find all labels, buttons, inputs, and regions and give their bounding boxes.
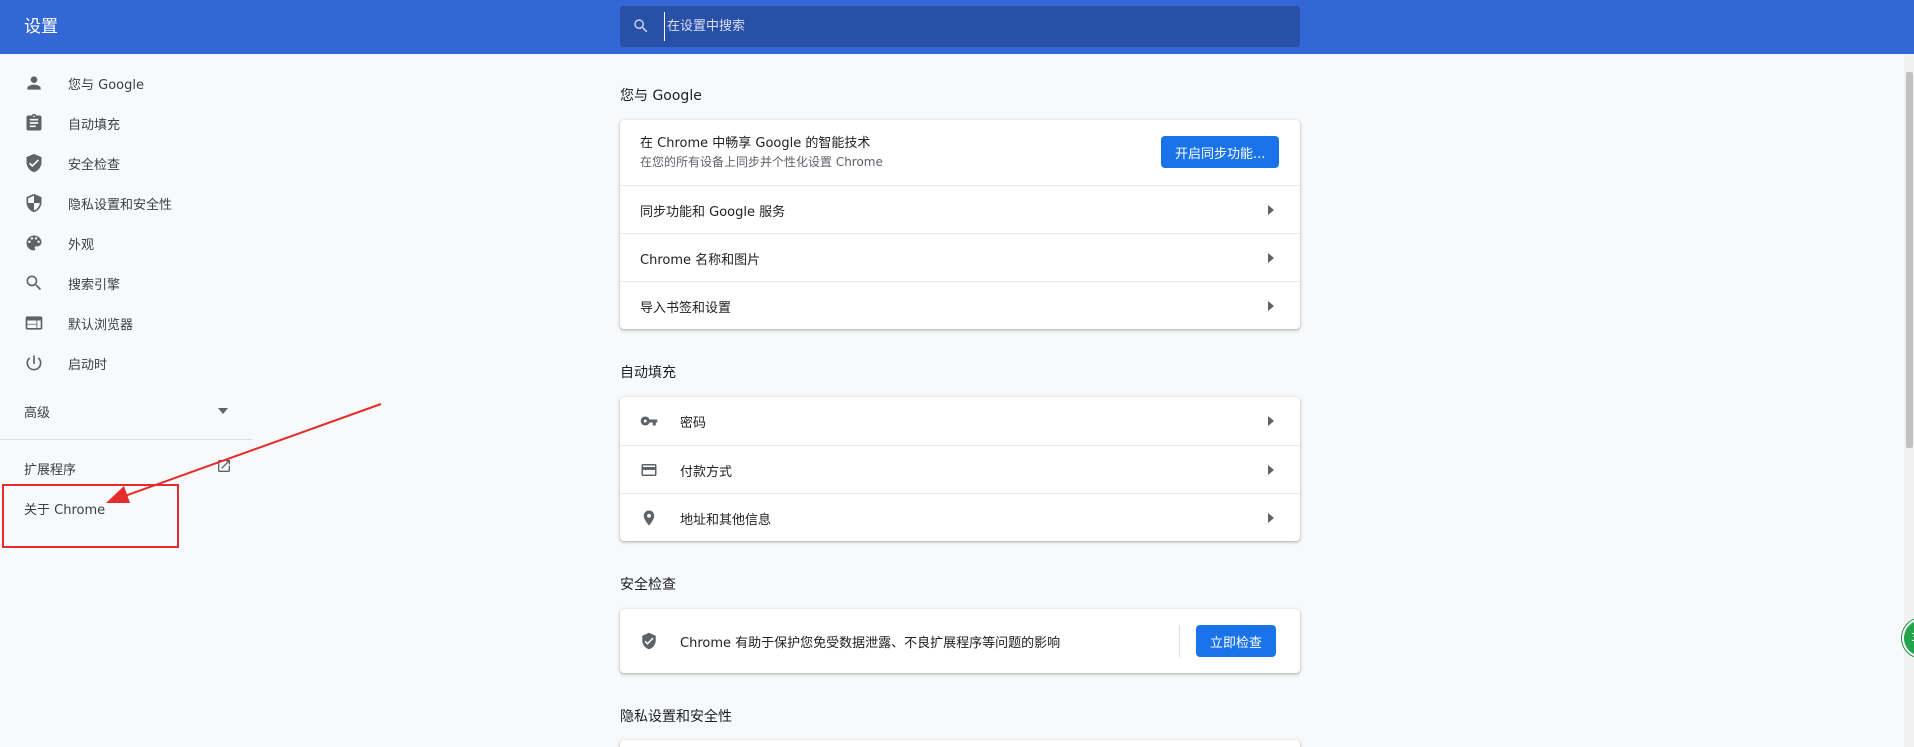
sidebar-item-safety-check[interactable]: 安全检查 xyxy=(0,142,252,182)
sync-subtitle: 在您的所有设备上同步并个性化设置 Chrome xyxy=(640,155,883,169)
row-label: 付款方式 xyxy=(680,465,733,480)
sidebar-item-privacy[interactable]: 隐私设置和安全性 xyxy=(0,182,252,222)
sidebar-item-label: 搜索引擎 xyxy=(68,278,121,293)
sidebar-item-search-engine[interactable]: 搜索引擎 xyxy=(0,262,252,302)
section-title-you-and-google: 您与 Google xyxy=(620,88,702,104)
scrollbar-thumb[interactable] xyxy=(1906,72,1913,448)
shield-half-icon xyxy=(26,193,42,213)
palette-icon xyxy=(26,235,42,251)
search-icon xyxy=(26,275,42,291)
row-label: 同步功能和 Google 服务 xyxy=(640,205,786,220)
row-label: 导入书签和设置 xyxy=(640,301,732,316)
turn-on-sync-button[interactable]: 开启同步功能... xyxy=(1161,136,1280,168)
sidebar-item-appearance[interactable]: 外观 xyxy=(0,222,252,262)
sidebar-item-default-browser[interactable]: 默认浏览器 xyxy=(0,302,252,342)
sidebar-item-you-and-google[interactable]: 您与 Google xyxy=(0,62,252,102)
power-icon xyxy=(26,355,42,371)
location-pin-icon xyxy=(643,510,655,526)
arrow-right-icon xyxy=(1268,253,1274,263)
arrow-right-icon xyxy=(1268,416,1274,426)
sidebar-item-label: 启动时 xyxy=(68,358,108,373)
section-title-safety-check: 安全检查 xyxy=(620,577,676,593)
list-item-addresses[interactable]: 地址和其他信息 xyxy=(620,493,1300,541)
sidebar-item-label: 默认浏览器 xyxy=(68,318,134,333)
credit-card-icon xyxy=(641,464,657,476)
row-label: 地址和其他信息 xyxy=(680,513,772,528)
sidebar-divider xyxy=(0,439,252,440)
card-autofill: 密码 付款方式 地址和其他信息 xyxy=(620,397,1300,541)
section-title-privacy: 隐私设置和安全性 xyxy=(620,709,732,725)
search-icon xyxy=(634,19,648,33)
annotation-highlight-box xyxy=(2,484,179,548)
shield-check-icon xyxy=(642,632,656,650)
sidebar: 您与 Google 自动填充 安全检查 隐私设置和安全性 外观 搜索引擎 默认浏… xyxy=(0,54,252,747)
safety-check-description: Chrome 有助于保护您免受数据泄露、不良扩展程序等问题的影响 xyxy=(680,636,1061,651)
search-box[interactable] xyxy=(620,6,1300,47)
arrow-right-icon xyxy=(1268,205,1274,215)
caret-down-icon[interactable] xyxy=(218,408,228,414)
key-icon xyxy=(640,416,658,426)
sidebar-item-label: 自动填充 xyxy=(68,118,121,133)
sidebar-item-label: 隐私设置和安全性 xyxy=(68,198,173,213)
sidebar-extensions[interactable]: 扩展程序 xyxy=(24,459,76,478)
sidebar-item-autofill[interactable]: 自动填充 xyxy=(0,102,252,142)
page-title: 设置 xyxy=(24,17,58,37)
list-item-import-bookmarks[interactable]: 导入书签和设置 xyxy=(620,281,1300,329)
list-item-sync-services[interactable]: 同步功能和 Google 服务 xyxy=(620,185,1300,233)
arrow-right-icon xyxy=(1268,465,1274,475)
search-input[interactable] xyxy=(664,12,1284,41)
sidebar-item-label: 外观 xyxy=(68,238,95,253)
browser-icon xyxy=(25,316,43,330)
sidebar-advanced[interactable]: 高级 xyxy=(24,402,50,421)
person-icon xyxy=(27,76,41,90)
sync-title: 在 Chrome 中畅享 Google 的智能技术 xyxy=(640,136,871,151)
sidebar-item-label: 您与 Google xyxy=(68,78,144,93)
check-now-button[interactable]: 立即检查 xyxy=(1196,625,1277,657)
row-label: Chrome 名称和图片 xyxy=(640,253,761,268)
open-external-icon[interactable] xyxy=(216,458,232,474)
sync-promo-row: 在 Chrome 中畅享 Google 的智能技术 在您的所有设备上同步并个性化… xyxy=(620,120,1300,185)
list-item-passwords[interactable]: 密码 xyxy=(620,397,1300,445)
section-title-autofill: 自动填充 xyxy=(620,365,676,381)
shield-check-icon xyxy=(26,153,42,173)
arrow-right-icon xyxy=(1268,513,1274,523)
card-privacy xyxy=(620,740,1300,747)
sidebar-item-on-startup[interactable]: 启动时 xyxy=(0,342,252,382)
arrow-right-icon xyxy=(1268,301,1274,311)
list-item-chrome-name-picture[interactable]: Chrome 名称和图片 xyxy=(620,233,1300,281)
list-item-payment-methods[interactable]: 付款方式 xyxy=(620,445,1300,493)
card-you-and-google: 在 Chrome 中畅享 Google 的智能技术 在您的所有设备上同步并个性化… xyxy=(620,120,1300,329)
settings-header: 设置 xyxy=(0,0,1914,54)
card-safety-check: Chrome 有助于保护您免受数据泄露、不良扩展程序等问题的影响 立即检查 xyxy=(620,609,1300,673)
clipboard-icon xyxy=(26,113,42,131)
divider xyxy=(1179,625,1180,657)
row-label: 密码 xyxy=(680,416,707,431)
sidebar-item-label: 安全检查 xyxy=(68,158,121,173)
